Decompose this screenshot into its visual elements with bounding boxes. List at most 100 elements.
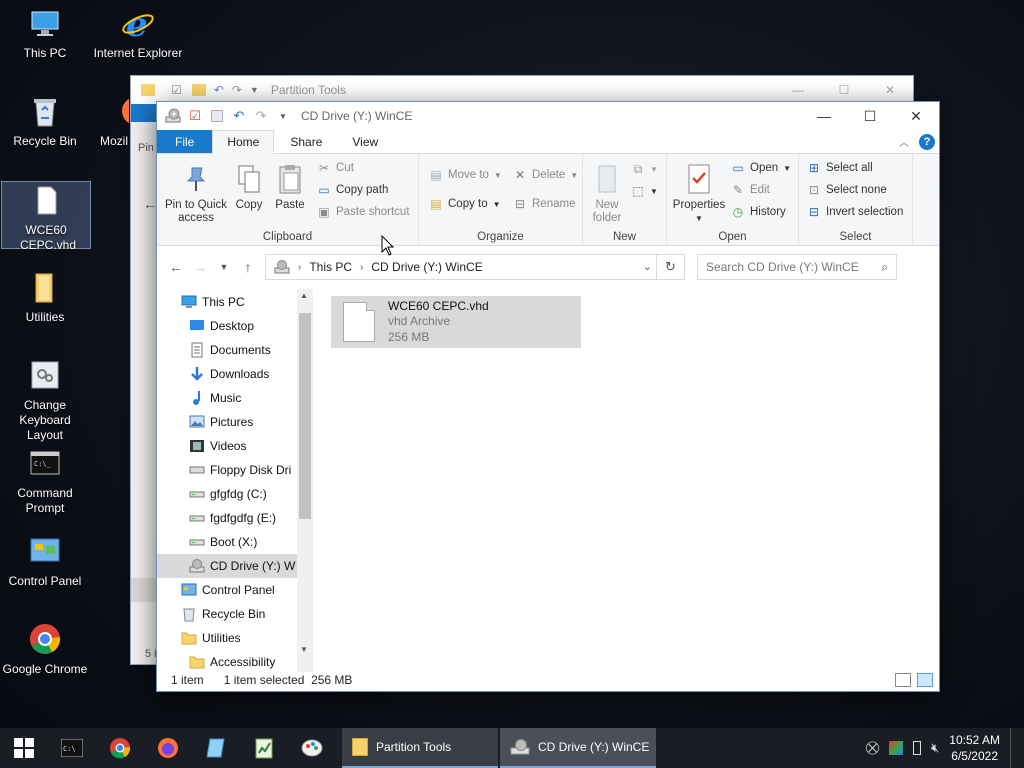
details-view-icon[interactable] xyxy=(895,673,911,687)
display-icon[interactable] xyxy=(889,741,904,755)
minimize-button[interactable]: — xyxy=(775,83,821,97)
delete-button[interactable]: ✕ Delete ▼ xyxy=(513,168,578,182)
recent-locations-button[interactable]: ▼ xyxy=(213,256,235,278)
collapse-ribbon-icon[interactable]: ︿ xyxy=(899,134,909,149)
back-window-file-tab[interactable] xyxy=(131,104,157,122)
nav-item[interactable]: Boot (X:) xyxy=(157,530,297,554)
nav-scrollbar[interactable]: ▲ ▼ xyxy=(297,289,313,672)
paste-shortcut-button[interactable]: ▣ Paste shortcut xyxy=(317,205,409,219)
breadcrumb-cd-drive[interactable]: CD Drive (Y:) WinCE xyxy=(371,260,482,274)
network-icon[interactable]: ⛒ xyxy=(866,740,879,756)
close-button[interactable]: ✕ xyxy=(893,102,939,130)
maximize-button[interactable]: ☐ xyxy=(847,102,893,130)
desktop-icon-change-keyboard-layout[interactable]: Change Keyboard Layout xyxy=(0,358,90,443)
customize-toolbar-icon[interactable]: ▼ xyxy=(275,108,291,124)
pin-quick-access-button[interactable]: Pin to Quick access xyxy=(163,162,229,225)
copy-to-button[interactable]: ▤ Copy to ▼ xyxy=(429,197,500,211)
properties-icon[interactable]: ☑ xyxy=(187,108,203,124)
tab-share[interactable]: Share xyxy=(274,130,338,153)
taskbar-notepad[interactable] xyxy=(192,728,240,768)
show-desktop-button[interactable] xyxy=(1010,728,1014,768)
file-list[interactable]: WCE60 CEPC.vhd vhd Archive 256 MB xyxy=(313,234,939,672)
nav-item[interactable]: Recycle Bin xyxy=(157,602,297,626)
move-to-button[interactable]: ▤ Move to ▼ xyxy=(429,168,502,182)
clock[interactable]: 10:52 AM 6/5/2022 xyxy=(949,732,1000,764)
nav-item[interactable]: Downloads xyxy=(157,362,297,386)
nav-item[interactable]: fgdfgdfg (E:) xyxy=(157,506,297,530)
edit-button[interactable]: ✎ Edit xyxy=(731,183,770,197)
paste-button[interactable]: Paste xyxy=(272,162,308,212)
refresh-button[interactable]: ↻ xyxy=(656,255,684,279)
scroll-down-icon[interactable]: ▼ xyxy=(300,645,308,654)
nav-item[interactable]: Documents xyxy=(157,338,297,362)
tab-view[interactable]: View xyxy=(338,130,392,153)
breadcrumb-this-pc[interactable]: This PC xyxy=(309,260,352,274)
nav-item[interactable]: Desktop xyxy=(157,314,297,338)
nav-item[interactable]: CD Drive (Y:) W xyxy=(157,554,297,578)
back-window-titlebar[interactable]: ☑ ↶ ↷ ▼ Partition Tools — ☐ ✕ xyxy=(131,76,913,104)
back-button[interactable]: ← xyxy=(165,256,187,278)
scroll-up-icon[interactable]: ▲ xyxy=(300,291,308,300)
taskbar-firefox[interactable] xyxy=(144,728,192,768)
minimize-button[interactable]: — xyxy=(801,102,847,130)
maximize-button[interactable]: ☐ xyxy=(821,83,867,97)
easy-access-button[interactable]: ⬚ ▼ xyxy=(631,184,658,198)
rename-button[interactable]: ⊟ Rename xyxy=(513,197,576,211)
nav-item[interactable]: Floppy Disk Dri xyxy=(157,458,297,482)
start-button[interactable] xyxy=(0,728,48,768)
desktop-icon-mozilla[interactable]: Mozil xyxy=(93,94,129,149)
forward-button[interactable]: → xyxy=(189,256,211,278)
properties-button[interactable]: Properties ▼ xyxy=(671,162,727,225)
desktop-icon-utilities[interactable]: Utilities xyxy=(0,270,90,325)
up-button[interactable]: ↑ xyxy=(237,256,259,278)
select-all-button[interactable]: ⊞ Select all xyxy=(807,161,873,175)
copy-path-button[interactable]: ▭ Copy path xyxy=(317,183,388,197)
desktop-icon-wce60-vhd[interactable]: WCE60 CEPC.vhd xyxy=(1,181,91,252)
taskbar-spreadsheet[interactable] xyxy=(240,728,288,768)
cut-button[interactable]: ✂ Cut xyxy=(317,161,354,175)
invert-selection-button[interactable]: ⊟ Invert selection xyxy=(807,205,903,219)
desktop-icon-this-pc[interactable]: This PC xyxy=(0,6,90,61)
explorer-window[interactable]: ☑ ↶ ↷ ▼ CD Drive (Y:) WinCE — ☐ ✕ File H… xyxy=(156,101,940,692)
address-dropdown-icon[interactable]: ⌄ xyxy=(643,260,652,273)
address-bar[interactable]: › This PC › CD Drive (Y:) WinCE ⌄ ↻ xyxy=(265,254,685,280)
taskbar-chrome[interactable] xyxy=(96,728,144,768)
history-button[interactable]: ◷ History xyxy=(731,205,786,219)
window-titlebar[interactable]: ☑ ↶ ↷ ▼ CD Drive (Y:) WinCE — ☐ ✕ xyxy=(157,102,939,130)
new-folder-button[interactable]: New folder xyxy=(589,162,625,225)
scrollbar-thumb[interactable] xyxy=(299,313,311,519)
desktop-icon-recycle-bin[interactable]: Recycle Bin xyxy=(0,94,90,149)
nav-item[interactable]: Utilities xyxy=(157,626,297,650)
open-button[interactable]: ▭ Open ▼ xyxy=(731,161,791,175)
tab-file[interactable]: File xyxy=(157,130,213,153)
taskbar-command-prompt[interactable]: C:\ xyxy=(48,728,96,768)
desktop-icon-google-chrome[interactable]: Google Chrome xyxy=(0,622,90,677)
tab-home[interactable]: Home xyxy=(212,130,275,154)
taskbar-app-partition-tools[interactable]: Partition Tools xyxy=(342,728,498,768)
new-folder-icon[interactable] xyxy=(209,108,225,124)
nav-item[interactable]: Music xyxy=(157,386,297,410)
usb-icon[interactable] xyxy=(913,741,922,755)
nav-item[interactable]: Control Panel xyxy=(157,578,297,602)
navigation-pane[interactable]: This PC Desktop Documents Downloads Music Pic… xyxy=(157,289,313,672)
file-item[interactable]: WCE60 CEPC.vhd vhd Archive 256 MB xyxy=(331,296,581,348)
search-input[interactable]: Search CD Drive (Y:) WinCE ⌕ xyxy=(697,254,897,280)
undo-icon[interactable]: ↶ xyxy=(231,108,247,124)
speaker-muted-icon[interactable]: 🔇︎ xyxy=(931,740,939,756)
new-item-button[interactable]: ⧉ ▼ xyxy=(631,162,658,176)
nav-item[interactable]: This PC xyxy=(157,290,297,314)
nav-item[interactable]: Videos xyxy=(157,434,297,458)
copy-button[interactable]: Copy xyxy=(231,162,267,212)
nav-item[interactable]: Pictures xyxy=(157,410,297,434)
desktop-icon-command-prompt[interactable]: C:\_ Command Prompt xyxy=(0,446,90,516)
nav-item[interactable]: gfgfdg (C:) xyxy=(157,482,297,506)
close-button[interactable]: ✕ xyxy=(867,83,913,97)
taskbar-paint[interactable] xyxy=(288,728,336,768)
select-none-button[interactable]: ⊡ Select none xyxy=(807,183,887,197)
taskbar-app-cd-drive[interactable]: CD Drive (Y:) WinCE xyxy=(500,728,656,768)
desktop-icon-internet-explorer[interactable]: e Internet Explorer xyxy=(93,5,183,61)
help-icon[interactable]: ? xyxy=(919,133,935,150)
redo-icon[interactable]: ↷ xyxy=(253,108,269,124)
desktop-icon-control-panel[interactable]: Control Panel xyxy=(0,534,90,589)
large-icons-view-icon[interactable] xyxy=(917,673,933,687)
